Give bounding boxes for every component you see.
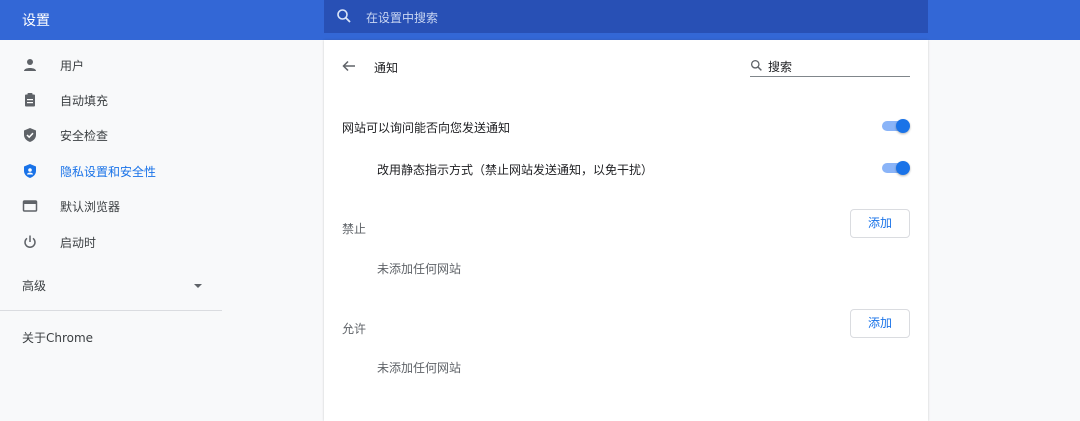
add-blocked-site-button[interactable]: 添加 xyxy=(850,209,910,238)
advanced-label: 高级 xyxy=(22,279,47,293)
sidebar-item-safety-check[interactable]: 安全检查 xyxy=(0,118,222,152)
search-icon xyxy=(337,9,351,23)
person-icon xyxy=(24,59,36,71)
ask-permission-toggle[interactable] xyxy=(882,119,910,133)
sidebar-divider xyxy=(0,310,222,311)
top-bar: 设置 在设置中搜索 xyxy=(0,0,1080,40)
clipboard-icon xyxy=(25,93,35,107)
toggle-knob xyxy=(896,119,910,133)
blocked-section-title: 禁止 xyxy=(342,222,367,236)
toggle-knob xyxy=(896,161,910,175)
notifications-panel: 通知 搜索 网站可以询问能否向您发送通知 改用静态指示方式（禁止网站发送通知，以… xyxy=(324,40,928,421)
shield-check-icon xyxy=(24,128,36,142)
search-icon xyxy=(750,59,762,71)
sidebar-item-people[interactable]: 用户 xyxy=(0,48,222,82)
about-chrome-link[interactable]: 关于Chrome xyxy=(22,329,93,346)
sidebar-item-label: 默认浏览器 xyxy=(60,200,121,214)
allowed-empty-message: 未添加任何网站 xyxy=(377,361,462,375)
sidebar-item-label: 隐私设置和安全性 xyxy=(60,165,157,179)
sidebar-item-on-startup[interactable]: 启动时 xyxy=(0,225,222,259)
browser-window-icon xyxy=(22,200,38,212)
blocked-empty-message: 未添加任何网站 xyxy=(377,262,462,276)
sidebar-item-label: 安全检查 xyxy=(60,129,109,143)
chevron-down-icon xyxy=(194,284,202,288)
sidebar: 用户 自动填充 安全检查 隐私设置和安全性 默认浏览器 启动时 高级 关于Chr… xyxy=(0,40,222,421)
app-title: 设置 xyxy=(22,13,50,29)
search-input[interactable]: 在设置中搜索 xyxy=(366,9,438,26)
ask-permission-label: 网站可以询问能否向您发送通知 xyxy=(342,121,511,135)
notification-search-field[interactable]: 搜索 xyxy=(750,57,910,77)
sidebar-item-label: 启动时 xyxy=(60,236,97,250)
power-icon xyxy=(24,235,36,249)
sidebar-item-label: 用户 xyxy=(60,59,85,73)
page-title: 通知 xyxy=(374,61,399,75)
quiet-messaging-toggle[interactable] xyxy=(882,161,910,175)
settings-search-box[interactable]: 在设置中搜索 xyxy=(324,0,928,33)
sidebar-item-privacy[interactable]: 隐私设置和安全性 xyxy=(0,154,222,188)
sidebar-item-label: 自动填充 xyxy=(60,94,109,108)
add-allowed-site-button[interactable]: 添加 xyxy=(850,309,910,338)
back-arrow-icon[interactable] xyxy=(341,58,357,74)
quiet-messaging-label: 改用静态指示方式（禁止网站发送通知，以免干扰） xyxy=(377,163,654,177)
privacy-shield-icon xyxy=(24,164,36,178)
sidebar-item-autofill[interactable]: 自动填充 xyxy=(0,83,222,117)
sidebar-item-default-browser[interactable]: 默认浏览器 xyxy=(0,189,222,223)
allowed-section-title: 允许 xyxy=(342,322,367,336)
search-input[interactable]: 搜索 xyxy=(768,58,792,75)
advanced-toggle[interactable]: 高级 xyxy=(0,268,222,302)
